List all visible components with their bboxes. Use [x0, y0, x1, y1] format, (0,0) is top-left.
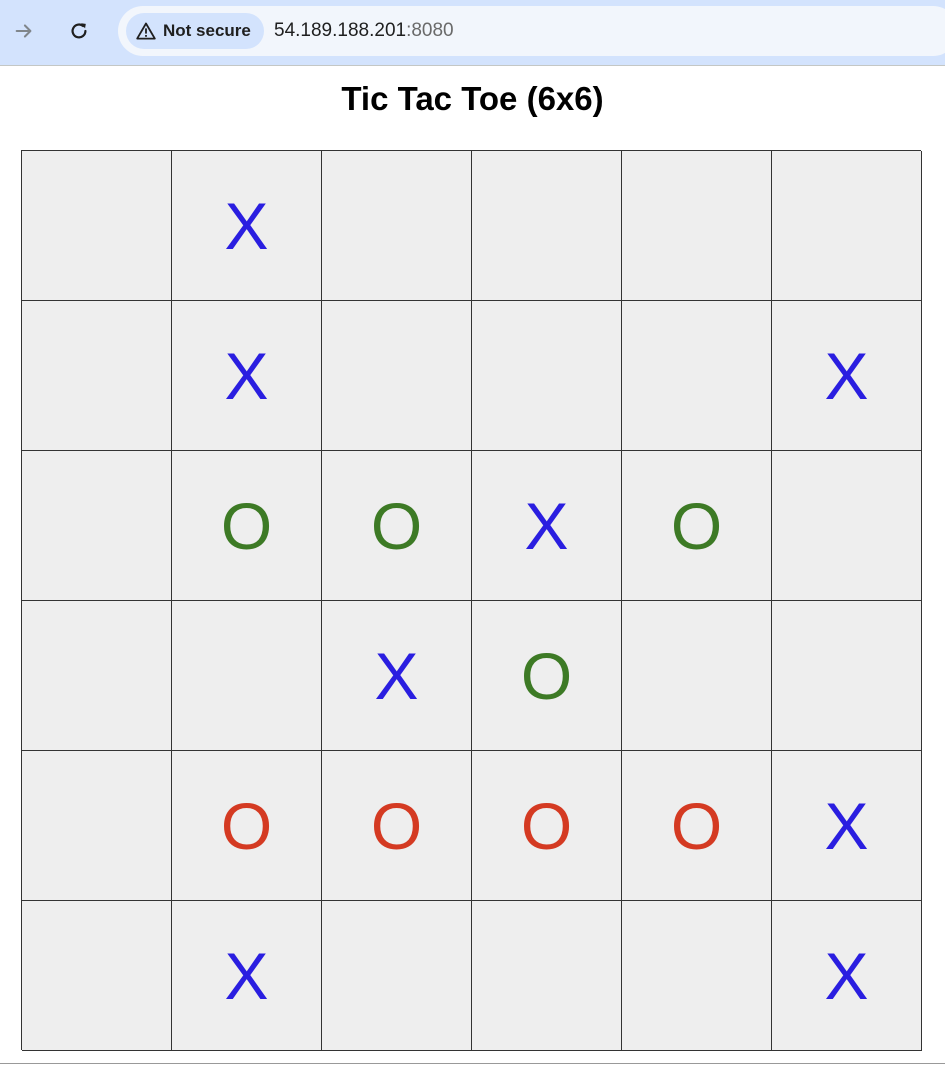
board-cell-r1-c6[interactable] [772, 151, 922, 301]
board-cell-r4-c2[interactable] [172, 601, 322, 751]
board-cell-r4-c1[interactable] [22, 601, 172, 751]
board-cell-r6-c6[interactable]: X [772, 901, 922, 1051]
board-cell-r6-c5[interactable] [622, 901, 772, 1051]
warning-icon [136, 22, 156, 40]
board-cell-r4-c3[interactable]: X [322, 601, 472, 751]
address-bar[interactable]: Not secure 54.189.188.201:8080 [118, 6, 945, 56]
board-cell-r6-c1[interactable] [22, 901, 172, 1051]
board-cell-r2-c6[interactable]: X [772, 301, 922, 451]
board-cell-r5-c2[interactable]: O [172, 751, 322, 901]
browser-toolbar: Not secure 54.189.188.201:8080 [0, 0, 945, 66]
board-cell-r5-c1[interactable] [22, 751, 172, 901]
board-cell-r3-c4[interactable]: X [472, 451, 622, 601]
board-cell-r3-c6[interactable] [772, 451, 922, 601]
board-cell-r6-c2[interactable]: X [172, 901, 322, 1051]
url-text[interactable]: 54.189.188.201:8080 [274, 6, 454, 56]
url-host: 54.189.188.201 [274, 20, 407, 41]
board-cell-r5-c6[interactable]: X [772, 751, 922, 901]
reload-icon [71, 23, 87, 39]
board-cell-r5-c4[interactable]: O [472, 751, 622, 901]
security-label: Not secure [163, 21, 251, 40]
board-cell-r2-c4[interactable] [472, 301, 622, 451]
board-cell-r3-c2[interactable]: O [172, 451, 322, 601]
board-cell-r5-c3[interactable]: O [322, 751, 472, 901]
board-cell-r3-c5[interactable]: O [622, 451, 772, 601]
board-cell-r2-c3[interactable] [322, 301, 472, 451]
reload-button[interactable] [62, 14, 96, 48]
board-cell-r4-c6[interactable] [772, 601, 922, 751]
board-cell-r3-c1[interactable] [22, 451, 172, 601]
board-cell-r2-c5[interactable] [622, 301, 772, 451]
board-cell-r1-c4[interactable] [472, 151, 622, 301]
board-cell-r4-c4[interactable]: O [472, 601, 622, 751]
forward-arrow-icon [15, 24, 32, 38]
board-cell-r6-c4[interactable] [472, 901, 622, 1051]
board-cell-r4-c5[interactable] [622, 601, 772, 751]
board-cell-r1-c1[interactable] [22, 151, 172, 301]
url-port: :8080 [406, 20, 454, 41]
board-cell-r2-c1[interactable] [22, 301, 172, 451]
board-cell-r5-c5[interactable]: O [622, 751, 772, 901]
board-cell-r6-c3[interactable] [322, 901, 472, 1051]
board-cell-r1-c2[interactable]: X [172, 151, 322, 301]
forward-button[interactable] [7, 14, 41, 48]
page-bottom-divider [0, 1063, 945, 1064]
game-board: XXXOOXOXOOOOOXXX [21, 150, 922, 1051]
security-chip[interactable]: Not secure [126, 13, 264, 49]
board-cell-r1-c3[interactable] [322, 151, 472, 301]
board-cell-r2-c2[interactable]: X [172, 301, 322, 451]
board-cell-r1-c5[interactable] [622, 151, 772, 301]
board-cell-r3-c3[interactable]: O [322, 451, 472, 601]
page-title: Tic Tac Toe (6x6) [341, 80, 604, 117]
